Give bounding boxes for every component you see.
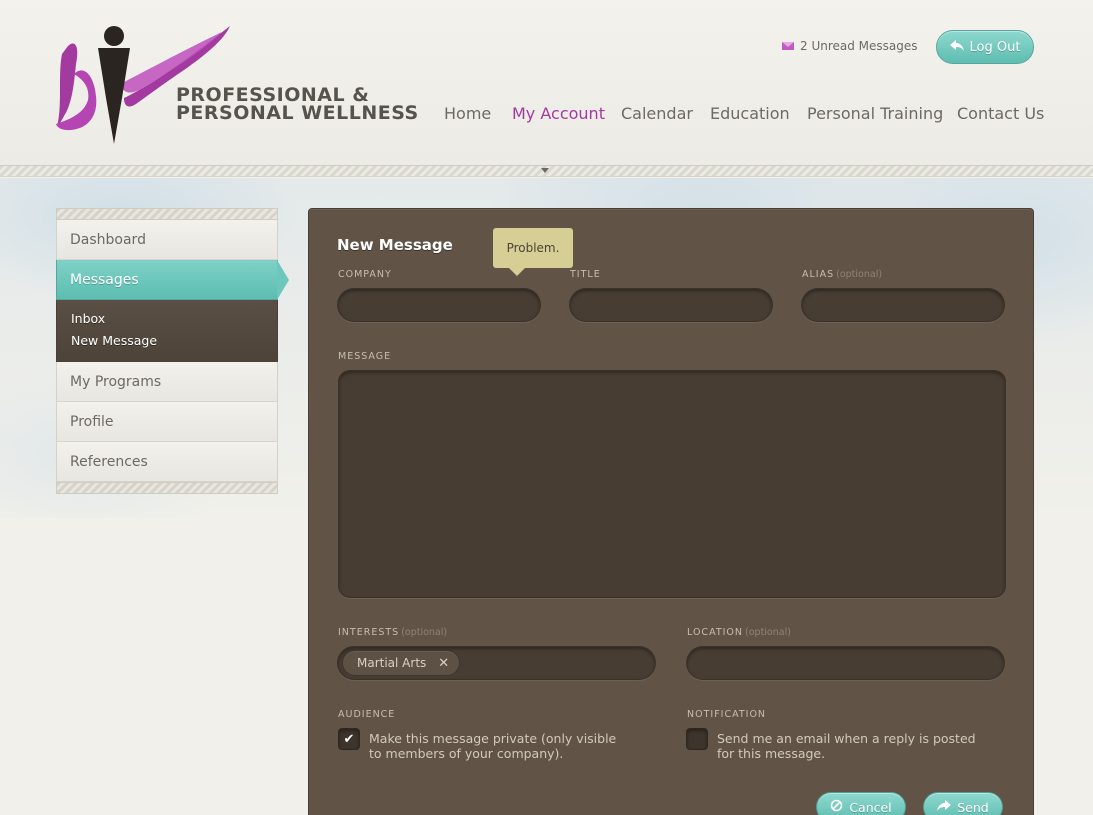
nav-item-calendar[interactable]: Calendar <box>621 104 693 123</box>
notification-text: Send me an email when a reply is posted … <box>717 731 976 761</box>
new-message-panel: New Message Problem. COMPANY TITLE ALIAS… <box>308 208 1034 815</box>
nav-item-education[interactable]: Education <box>710 104 790 123</box>
cancel-circle-icon <box>830 799 843 815</box>
nav-item-home[interactable]: Home <box>444 104 491 123</box>
alias-input[interactable] <box>801 288 1005 322</box>
sidebar-top-stripe <box>56 208 278 220</box>
caret-down-icon <box>541 168 549 173</box>
nav-item-contact-us[interactable]: Contact Us <box>957 104 1044 123</box>
sidebar-item-references[interactable]: References <box>56 442 278 482</box>
interests-label-text: INTERESTS <box>338 627 400 638</box>
send-button[interactable]: Send <box>923 792 1003 815</box>
notification-label: NOTIFICATION <box>687 709 767 720</box>
forward-arrow-icon <box>937 800 952 814</box>
envelope-icon <box>782 42 794 50</box>
location-input[interactable] <box>686 646 1005 680</box>
send-label: Send <box>957 799 989 815</box>
alias-label-text: ALIAS <box>802 269 835 280</box>
message-label: MESSAGE <box>338 351 392 362</box>
company-label: COMPANY <box>338 269 392 280</box>
brand-line-2: PERSONAL WELLNESS <box>176 102 419 124</box>
sidebar-item-profile[interactable]: Profile <box>56 402 278 442</box>
sidebar-item-dashboard[interactable]: Dashboard <box>56 220 278 260</box>
nav-item-my-account[interactable]: My Account <box>512 104 605 123</box>
interests-label: INTERESTS (optional) <box>338 627 447 638</box>
title-input[interactable] <box>569 288 773 322</box>
reply-arrow-icon <box>949 39 964 55</box>
logout-button[interactable]: Log Out <box>936 30 1034 64</box>
location-label-text: LOCATION <box>687 627 744 638</box>
sidebar: Dashboard Messages Inbox New Message My … <box>56 208 289 494</box>
sidebar-submenu: Inbox New Message <box>56 300 278 362</box>
message-textarea[interactable] <box>338 370 1006 598</box>
location-label: LOCATION (optional) <box>687 627 791 638</box>
audience-checkbox[interactable]: ✔ <box>338 728 360 750</box>
checkmark-icon: ✔ <box>343 731 355 747</box>
interests-input[interactable]: Martial Arts ✕ <box>337 646 656 680</box>
alias-label: ALIAS (optional) <box>802 269 882 280</box>
audience-label: AUDIENCE <box>338 709 396 720</box>
company-input[interactable] <box>337 288 541 322</box>
sidebar-subitem-inbox[interactable]: Inbox <box>71 308 263 330</box>
panel-title: New Message <box>337 236 453 254</box>
interests-optional-text: (optional) <box>401 627 448 638</box>
sidebar-item-my-programs[interactable]: My Programs <box>56 362 278 402</box>
sidebar-subitem-new-message[interactable]: New Message <box>71 330 263 352</box>
validation-tooltip: Problem. <box>493 228 573 276</box>
location-optional-text: (optional) <box>745 627 791 638</box>
cancel-label: Cancel <box>849 799 892 815</box>
close-icon[interactable]: ✕ <box>438 656 449 671</box>
unread-messages-link[interactable]: 2 Unread Messages <box>782 39 918 53</box>
nav-item-personal-training[interactable]: Personal Training <box>807 104 943 123</box>
header: PROFESSIONAL & PERSONAL WELLNESS 2 Unrea… <box>0 0 1093 166</box>
interest-tag-label: Martial Arts <box>357 656 427 670</box>
sidebar-bottom-stripe <box>56 482 278 494</box>
unread-messages-label: 2 Unread Messages <box>800 39 918 53</box>
brand-wordmark: PROFESSIONAL & PERSONAL WELLNESS <box>176 86 419 124</box>
cancel-button[interactable]: Cancel <box>816 792 906 815</box>
audience-text: Make this message private (only visible … <box>369 731 617 761</box>
notification-checkbox[interactable] <box>686 728 708 750</box>
sidebar-item-messages[interactable]: Messages <box>56 260 289 300</box>
alias-optional-text: (optional) <box>836 269 883 280</box>
logout-label: Log Out <box>969 39 1021 55</box>
interest-tag: Martial Arts ✕ <box>342 650 461 676</box>
title-label: TITLE <box>570 269 601 280</box>
